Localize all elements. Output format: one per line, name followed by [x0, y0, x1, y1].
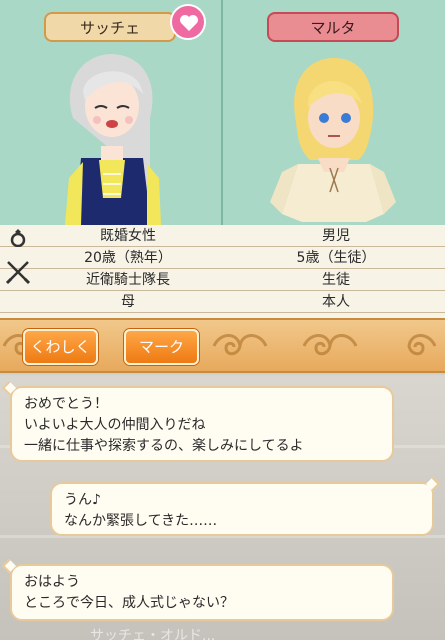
chat-log[interactable]: おめでとう！ いよいよ大人の仲間入りだね 一緒に仕事や探索するの、楽しみにしてる…: [0, 375, 445, 640]
right-character-panel[interactable]: マルタ: [223, 0, 445, 225]
left-relation: 母: [121, 294, 135, 310]
right-character-portrait: [270, 58, 396, 222]
message-line: なんか緊張してきた……: [64, 513, 218, 529]
faded-caption: サッチェ・オルド...: [90, 628, 216, 640]
message-line: 一緒に仕事や探索するの、楽しみにしてるよ: [24, 438, 304, 454]
crossed-swords-icon: [5, 261, 31, 285]
scroll-ornament-icon: [302, 334, 358, 356]
message-line: うん♪: [64, 492, 101, 508]
left-character-name: サッチェ: [44, 12, 176, 42]
game-screen: サッチェ マルタ 既婚女性 男児 20歳（熟年） 5歳（生徒） 近衛騎士隊長 生…: [0, 0, 445, 640]
mark-button[interactable]: マーク: [124, 329, 199, 365]
message-line: いよいよ大人の仲間入りだね: [24, 417, 206, 433]
chat-message: おめでとう！ いよいよ大人の仲間入りだね 一緒に仕事や探索するの、楽しみにしてる…: [10, 386, 394, 462]
table-row: 20歳（熟年） 5歳（生徒）: [0, 247, 445, 269]
message-line: おはよう: [24, 574, 80, 590]
right-age: 5歳（生徒）: [296, 250, 376, 266]
action-bar: くわしく マーク: [0, 318, 445, 373]
right-occupation: 生徒: [322, 272, 350, 288]
message-line: おめでとう！: [24, 396, 108, 412]
chat-message: おはよう ところで今日、成人式じゃない？: [10, 564, 394, 621]
message-line: ところで今日、成人式じゃない？: [24, 595, 234, 611]
right-character-name: マルタ: [267, 12, 399, 42]
ring-icon: [10, 229, 26, 247]
table-row: 既婚女性 男児: [0, 225, 445, 247]
scroll-ornament-icon: [212, 334, 268, 356]
left-occupation: 近衛騎士隊長: [86, 272, 170, 288]
heart-icon[interactable]: [170, 4, 206, 40]
details-button[interactable]: くわしく: [23, 329, 98, 365]
left-marital-status: 既婚女性: [100, 228, 156, 244]
scroll-ornament-icon: [407, 334, 437, 356]
chat-message: うん♪ なんか緊張してきた……: [50, 482, 434, 536]
left-character-panel[interactable]: サッチェ: [0, 0, 222, 225]
left-character-portrait: [65, 54, 161, 225]
profile-table: 既婚女性 男児 20歳（熟年） 5歳（生徒） 近衛騎士隊長 生徒 母 本人: [0, 225, 445, 318]
profile-icons: [0, 225, 34, 318]
left-age: 20歳（熟年）: [84, 250, 172, 266]
right-relation: 本人: [322, 294, 350, 310]
table-row: 母 本人: [0, 291, 445, 313]
right-marital-status: 男児: [322, 228, 350, 244]
table-row: 近衛騎士隊長 生徒: [0, 269, 445, 291]
